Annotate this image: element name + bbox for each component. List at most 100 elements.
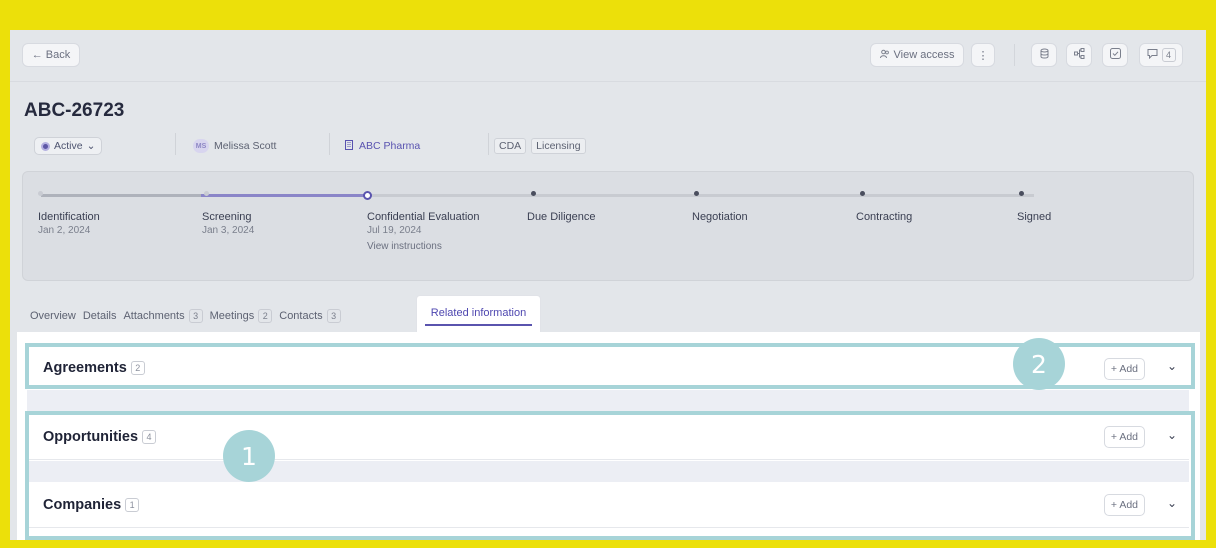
- more-options-button[interactable]: ⋮: [971, 43, 995, 67]
- workflow-icon: [1073, 48, 1085, 62]
- company-link[interactable]: ABC Pharma: [344, 136, 420, 156]
- comments-button[interactable]: 4: [1139, 43, 1183, 67]
- chevron-down-icon[interactable]: ⌄: [1167, 496, 1177, 510]
- stage-node-negotiation: [694, 191, 699, 196]
- meta-divider: [329, 133, 330, 155]
- active-tab-underline: [425, 324, 532, 326]
- section-companies[interactable]: Companies 1 + Add ⌄: [27, 482, 1189, 528]
- tab-count: 3: [188, 309, 203, 323]
- owner-chip[interactable]: MS Melissa Scott: [193, 136, 276, 156]
- view-access-button[interactable]: View access: [870, 43, 964, 67]
- stage-date: Jan 3, 2024: [202, 225, 255, 236]
- page-title: ABC-26723: [24, 100, 125, 121]
- tab-count: 3: [326, 309, 341, 323]
- tab-bar: Overview Details Attachments 3 Meetings 2 …: [30, 306, 341, 326]
- stage-date: Jul 19, 2024: [367, 225, 422, 236]
- stage-name: Signed: [1017, 211, 1052, 223]
- back-label: ← Back: [31, 49, 71, 61]
- view-instructions-link[interactable]: View instructions: [367, 240, 480, 254]
- section-count: 4: [142, 430, 157, 444]
- tab-details[interactable]: Details: [83, 310, 117, 322]
- tab-related-information[interactable]: Related information: [416, 295, 541, 333]
- workflow-button[interactable]: [1066, 43, 1092, 67]
- tag-cda: CDA: [494, 138, 527, 154]
- stage-node-signed: [1019, 191, 1024, 196]
- database-icon: [1039, 48, 1050, 62]
- section-gap: [27, 390, 1189, 414]
- stage-progress-panel: Identification Jan 2, 2024 Screening Jan…: [22, 171, 1194, 281]
- tab-label: Meetings: [209, 310, 255, 322]
- callout-badge-1: 1: [223, 430, 275, 482]
- back-button[interactable]: ← Back: [22, 43, 80, 67]
- progress-track-completed: [41, 194, 201, 197]
- company-name: ABC Pharma: [359, 140, 421, 152]
- stage-negotiation[interactable]: Negotiation: [692, 210, 748, 224]
- tab-meetings[interactable]: Meetings 2: [210, 309, 273, 323]
- stage-screening[interactable]: Screening Jan 3, 2024: [202, 210, 254, 238]
- tab-count: 2: [258, 309, 273, 323]
- comment-icon: [1147, 48, 1158, 62]
- chevron-down-icon: ⌄: [86, 140, 96, 152]
- callout-badge-2: 2: [1013, 338, 1065, 390]
- section-title-label: Agreements: [43, 360, 127, 376]
- chevron-down-icon[interactable]: ⌄: [1167, 359, 1177, 373]
- section-title: Companies 1: [43, 497, 140, 513]
- stage-name: Screening: [202, 211, 252, 223]
- stage-contracting[interactable]: Contracting: [856, 210, 912, 224]
- checkbox-icon: [1109, 48, 1121, 62]
- section-gap: [27, 461, 1189, 482]
- meta-divider: [488, 133, 489, 155]
- tab-contacts[interactable]: Contacts 3: [279, 309, 341, 323]
- tab-overview[interactable]: Overview: [30, 310, 76, 322]
- section-opportunities[interactable]: Opportunities 4 + Add ⌄: [27, 414, 1189, 460]
- comments-count: 4: [1161, 48, 1176, 62]
- tab-label: Contacts: [279, 310, 323, 322]
- stage-node-confidential-evaluation: [363, 191, 372, 200]
- stage-name: Confidential Evaluation: [367, 211, 480, 223]
- stage-date: Jan 2, 2024: [38, 225, 91, 236]
- status-dropdown[interactable]: Active ⌄: [34, 136, 103, 156]
- tab-attachments[interactable]: Attachments 3: [123, 309, 203, 323]
- tab-label: Attachments: [123, 310, 185, 322]
- app-window: ← Back View access ⋮ 4 ABC-26723 Active …: [10, 30, 1206, 540]
- stage-due-diligence[interactable]: Due Diligence: [527, 210, 595, 224]
- stage-node-screening: [204, 191, 209, 196]
- tasks-button[interactable]: [1102, 43, 1128, 67]
- meta-divider: [175, 133, 176, 155]
- section-title-label: Companies: [43, 497, 122, 513]
- add-opportunity-button[interactable]: + Add: [1103, 426, 1145, 448]
- status-label: Active: [54, 140, 83, 152]
- stage-name: Contracting: [856, 211, 913, 223]
- stage-node-due-diligence: [531, 191, 536, 196]
- database-button[interactable]: [1031, 43, 1057, 67]
- stage-name: Negotiation: [692, 211, 748, 223]
- users-icon: [879, 49, 890, 62]
- stage-name: Identification: [38, 211, 100, 223]
- section-title-label: Opportunities: [43, 429, 139, 445]
- stage-name: Due Diligence: [527, 211, 596, 223]
- progress-track-pending: [368, 194, 1034, 197]
- more-icon: ⋮: [977, 49, 989, 62]
- stage-confidential-evaluation[interactable]: Confidential Evaluation Jul 19, 2024 Vie…: [367, 210, 480, 254]
- add-company-button[interactable]: + Add: [1103, 494, 1145, 516]
- section-title: Opportunities 4: [43, 429, 157, 445]
- view-access-label: View access: [893, 49, 955, 61]
- stage-node-identification: [38, 191, 43, 196]
- stage-node-contracting: [860, 191, 865, 196]
- progress-track-completed: [201, 194, 367, 197]
- add-agreement-button[interactable]: + Add: [1103, 358, 1145, 380]
- tag-licensing: Licensing: [531, 138, 586, 154]
- section-title: Agreements 2: [43, 360, 145, 376]
- section-count: 2: [130, 361, 145, 375]
- top-bar: ← Back View access ⋮ 4: [10, 30, 1206, 82]
- building-icon: [344, 139, 354, 153]
- avatar: MS: [193, 139, 209, 153]
- owner-name: Melissa Scott: [214, 140, 277, 152]
- toolbar-divider: [1014, 44, 1015, 66]
- status-dot-icon: [41, 141, 50, 151]
- section-count: 1: [125, 498, 140, 512]
- stage-identification[interactable]: Identification Jan 2, 2024: [38, 210, 100, 238]
- stage-signed[interactable]: Signed: [1017, 210, 1051, 224]
- tag-list: CDA Licensing: [494, 136, 586, 156]
- chevron-down-icon[interactable]: ⌄: [1167, 428, 1177, 442]
